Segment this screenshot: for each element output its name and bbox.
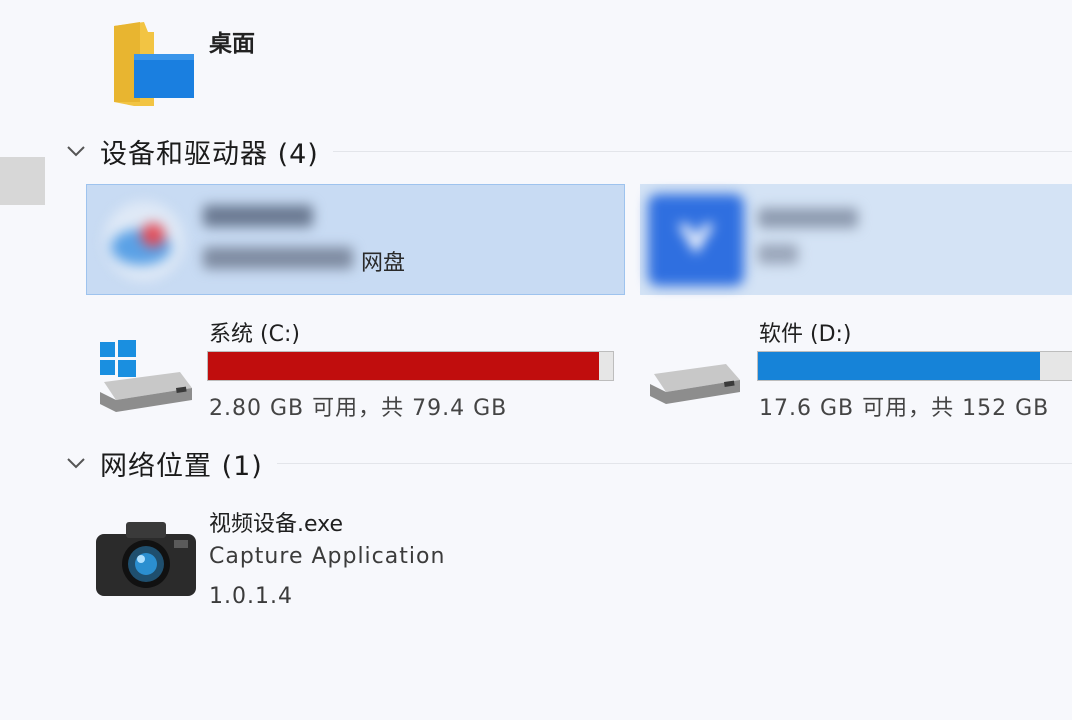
chevron-down-icon [66,139,88,164]
cloud-tile-sub-suffix: 网盘 [361,251,406,276]
drive-c-name: 系统 (C:) [209,322,300,347]
drive-d-free-text: 17.6 GB 可用，共 152 GB [759,396,1050,421]
cloud-tile-b-name-redacted [758,208,858,228]
cloud-tile-sub-redacted [203,247,353,269]
drive-c-usage-bar [207,351,614,381]
network-item-version: 1.0.1.4 [209,584,293,609]
network-section-title: 网络位置 (1) [100,450,263,482]
network-item-description: Capture Application [209,544,446,569]
scrollbar-thumb[interactable] [0,157,45,205]
cloud-drive-tile[interactable] [640,184,1072,295]
drive-c-free-text: 2.80 GB 可用，共 79.4 GB [209,396,508,421]
drive-item[interactable]: 软件 (D:) 17.6 GB 可用，共 152 GB [646,308,1072,421]
devices-section-header[interactable]: 设备和驱动器 (4) [66,133,1072,170]
cloud-drive-tile-selected[interactable]: 网盘 [86,184,625,295]
network-location-item[interactable]: 视频设备.exe Capture Application 1.0.1.4 [92,500,492,615]
devices-section-title: 设备和驱动器 (4) [100,138,319,170]
cloud-app-icon [101,199,187,283]
cloud-tile-name-redacted [203,205,313,227]
cloud-tile-b-sub-redacted [758,244,798,264]
folder-icon [110,18,200,110]
section-divider [332,150,1072,152]
desktop-label: 桌面 [209,31,255,57]
drive-d-usage-fill [758,352,1040,380]
network-section-header[interactable]: 网络位置 (1) [66,445,1072,482]
hard-drive-icon [646,358,744,410]
section-divider [276,462,1072,464]
network-item-name: 视频设备.exe [209,512,344,537]
drive-d-name: 软件 (D:) [759,322,852,347]
drive-c-usage-fill [208,352,599,380]
drive-d-usage-bar [757,351,1072,381]
drive-item[interactable]: 系统 (C:) 2.80 GB 可用，共 79.4 GB [96,308,626,421]
cloud-drive-icon [648,194,744,286]
camera-icon [92,518,200,598]
chevron-down-icon [66,451,88,476]
windows-drive-icon [96,338,196,418]
desktop-item[interactable]: 桌面 [100,10,340,110]
